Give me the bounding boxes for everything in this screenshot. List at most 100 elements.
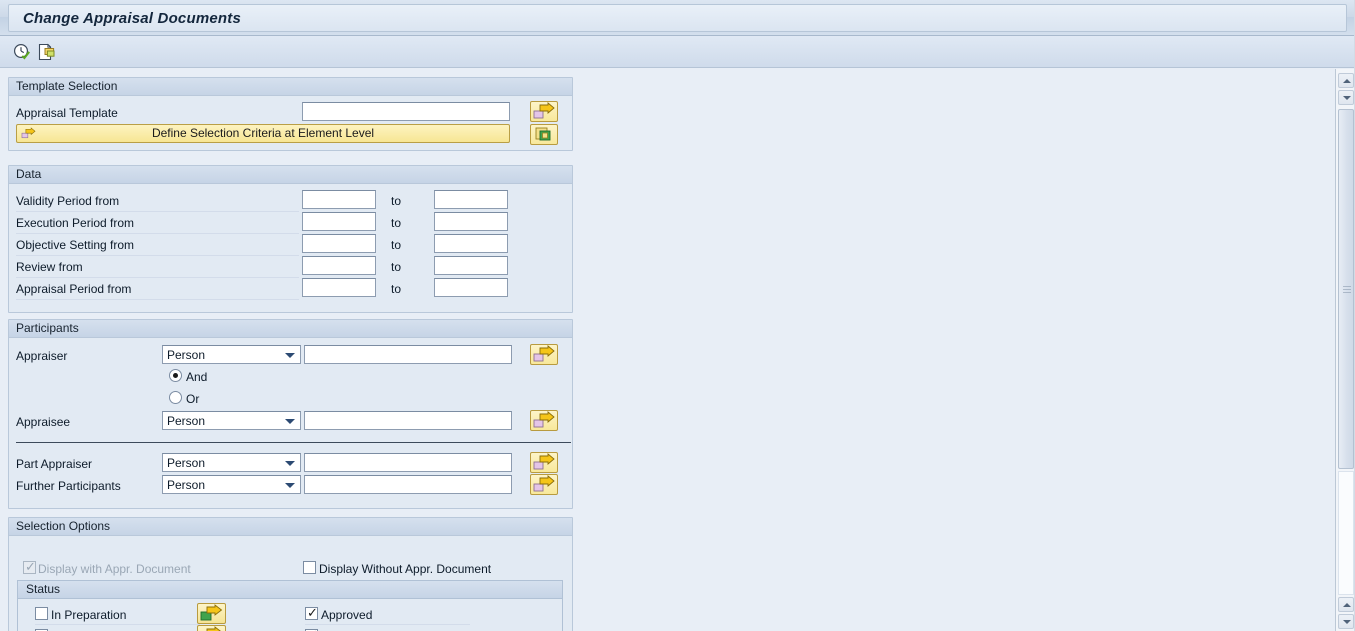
further-participants-input[interactable]	[304, 475, 512, 494]
part-appraiser-input[interactable]	[304, 453, 512, 472]
group-participants: Participants Appraiser Person	[8, 319, 573, 509]
appraisal-template-label: Appraisal Template	[16, 105, 118, 121]
data-row-from-input[interactable]	[302, 256, 376, 275]
appraisal-template-value-help-button[interactable]	[530, 101, 558, 122]
operator-or-label: Or	[186, 391, 199, 407]
triangle-down-icon	[1343, 620, 1351, 624]
subgroup-status: Status In PreparationIn Planning✓Approve…	[17, 580, 563, 631]
appraiser-type-value: Person	[167, 347, 205, 363]
appraiser-value-help-button[interactable]	[530, 344, 558, 365]
scroll-down-arrow-top[interactable]	[1338, 90, 1354, 105]
application-toolbar: © www.tutorialkart.com	[0, 36, 1355, 68]
data-row-separator	[16, 255, 299, 256]
group-header-data: Data	[9, 166, 572, 184]
appraisee-value-help-button[interactable]	[530, 410, 558, 431]
part-appraiser-type-value: Person	[167, 455, 205, 471]
data-row-to-label: to	[391, 193, 401, 209]
group-selection-options: Selection Options ✓ Display with Appr. D…	[8, 517, 573, 631]
data-row-from-input[interactable]	[302, 278, 376, 297]
multiple-selection-icon[interactable]	[38, 43, 56, 61]
chevron-down-icon	[285, 461, 295, 466]
data-row-separator	[16, 233, 299, 234]
data-row-label: Validity Period from	[16, 193, 119, 209]
data-row-from-input[interactable]	[302, 234, 376, 253]
status-right-checkbox[interactable]: ✓	[305, 607, 318, 620]
appraiser-label: Appraiser	[16, 348, 67, 364]
vertical-scrollbar[interactable]	[1335, 69, 1355, 631]
window-title-bar: Change Appraisal Documents	[0, 0, 1355, 36]
data-row-to-input[interactable]	[434, 278, 508, 297]
further-participants-type-select[interactable]: Person	[162, 475, 301, 494]
data-row-separator	[16, 211, 299, 212]
status-row-separator	[305, 624, 470, 625]
data-row-label: Execution Period from	[16, 215, 134, 231]
scroll-down-arrow-bottom[interactable]	[1338, 614, 1354, 629]
check-icon: ✓	[307, 606, 318, 619]
selection-screen-content: Template Selection Appraisal Template D	[0, 69, 1320, 631]
data-row-label: Objective Setting from	[16, 237, 134, 253]
status-complex-selection-button[interactable]	[197, 625, 226, 631]
display-without-appr-document-checkbox[interactable]	[303, 561, 316, 574]
appraisee-type-value: Person	[167, 413, 205, 429]
data-row-to-label: to	[391, 281, 401, 297]
status-left-checkbox[interactable]	[35, 607, 48, 620]
appraisal-template-input[interactable]	[302, 102, 510, 121]
triangle-up-icon	[1343, 79, 1351, 83]
operator-and-label: And	[186, 369, 207, 385]
data-row-from-input[interactable]	[302, 190, 376, 209]
operator-radio-or[interactable]	[169, 391, 182, 404]
execute-icon[interactable]	[13, 43, 31, 61]
operator-radio-and[interactable]	[169, 369, 182, 382]
part-appraiser-value-help-button[interactable]	[530, 452, 558, 473]
appraiser-input[interactable]	[304, 345, 512, 364]
display-without-appr-document-label: Display Without Appr. Document	[319, 561, 491, 577]
part-appraiser-type-select[interactable]: Person	[162, 453, 301, 472]
scroll-up-arrow-bottom[interactable]	[1338, 597, 1354, 612]
group-data: Data Validity Period from to Execution Per…	[8, 165, 573, 313]
check-icon: ✓	[25, 560, 36, 573]
title-bar-inner: Change Appraisal Documents	[8, 4, 1347, 32]
group-header-template-selection: Template Selection	[9, 78, 572, 96]
status-complex-selection-button[interactable]	[197, 603, 226, 624]
appraisee-input[interactable]	[304, 411, 512, 430]
data-row-to-label: to	[391, 237, 401, 253]
display-with-appr-document-checkbox: ✓	[23, 561, 36, 574]
define-selection-criteria-button[interactable]: Define Selection Criteria at Element Lev…	[16, 124, 510, 143]
data-row-from-input[interactable]	[302, 212, 376, 231]
scrollbar-thumb[interactable]	[1338, 109, 1354, 469]
appraiser-type-select[interactable]: Person	[162, 345, 301, 364]
display-with-appr-document-label: Display with Appr. Document	[38, 561, 191, 577]
copy-selection-button[interactable]	[530, 124, 558, 145]
further-participants-value-help-button[interactable]	[530, 474, 558, 495]
appraisee-type-select[interactable]: Person	[162, 411, 301, 430]
group-header-participants: Participants	[9, 320, 572, 338]
further-participants-type-value: Person	[167, 477, 205, 493]
page-title: Change Appraisal Documents	[23, 10, 241, 27]
scrollbar-grip	[1343, 286, 1351, 293]
participants-divider	[16, 442, 571, 443]
scroll-up-arrow-top[interactable]	[1338, 73, 1354, 88]
chevron-down-icon	[285, 353, 295, 358]
data-row-to-input[interactable]	[434, 234, 508, 253]
triangle-down-icon	[1343, 96, 1351, 100]
status-left-label: In Preparation	[51, 607, 126, 623]
group-header-selection-options: Selection Options	[9, 518, 572, 536]
data-row-to-label: to	[391, 259, 401, 275]
data-row-to-input[interactable]	[434, 190, 508, 209]
appraisee-label: Appraisee	[16, 414, 70, 430]
sap-window: Change Appraisal Documents © www.tutoria…	[0, 0, 1355, 631]
data-row-label: Review from	[16, 259, 83, 275]
subgroup-header-status: Status	[18, 581, 562, 599]
scrollbar-track[interactable]	[1338, 471, 1354, 595]
data-row-separator	[16, 277, 299, 278]
data-row-to-input[interactable]	[434, 256, 508, 275]
data-row-to-input[interactable]	[434, 212, 508, 231]
status-row-separator	[35, 624, 200, 625]
chevron-down-icon	[285, 419, 295, 424]
further-participants-label: Further Participants	[16, 478, 121, 494]
data-row-to-label: to	[391, 215, 401, 231]
triangle-up-icon	[1343, 603, 1351, 607]
status-right-label: Approved	[321, 607, 372, 623]
data-row-label: Appraisal Period from	[16, 281, 131, 297]
radio-dot	[173, 373, 178, 378]
